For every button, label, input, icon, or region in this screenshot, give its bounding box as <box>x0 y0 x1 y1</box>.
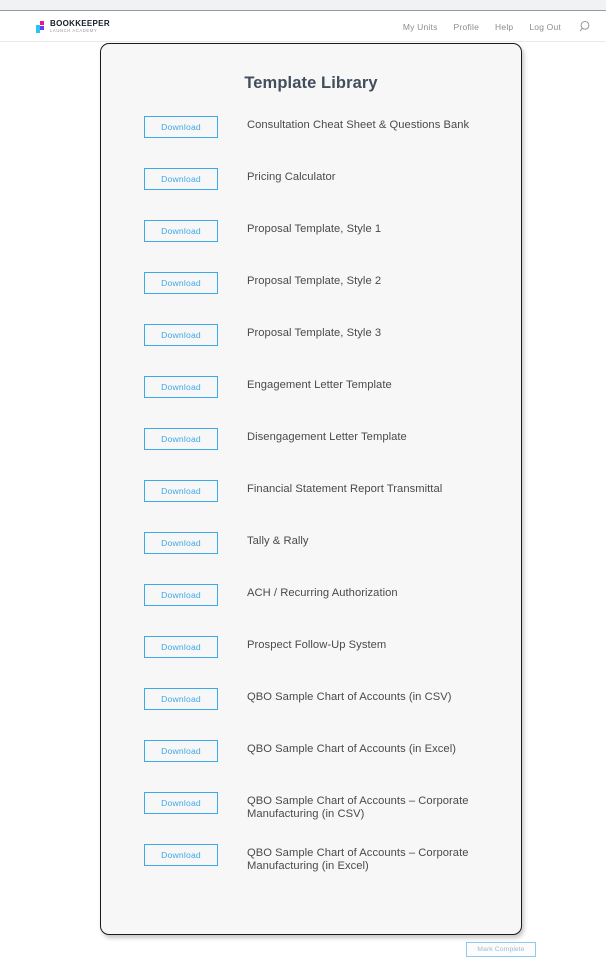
download-button[interactable]: Download <box>144 272 218 294</box>
list-item: Download Engagement Letter Template <box>125 374 497 426</box>
rocket-logo-icon <box>36 20 47 33</box>
download-button[interactable]: Download <box>144 584 218 606</box>
site-header: BOOKKEEPER LAUNCH ACADEMY My Units Profi… <box>0 12 606 42</box>
list-item: Download QBO Sample Chart of Accounts (i… <box>125 686 497 738</box>
template-title: Consultation Cheat Sheet & Questions Ban… <box>247 119 470 131</box>
template-title: ACH / Recurring Authorization <box>247 587 398 599</box>
download-button[interactable]: Download <box>144 324 218 346</box>
list-item: Download Disengagement Letter Template <box>125 426 497 478</box>
download-button[interactable]: Download <box>144 168 218 190</box>
mark-complete-button[interactable]: Mark Complete <box>466 942 536 957</box>
browser-top-strip <box>0 0 606 11</box>
template-list: Download Consultation Cheat Sheet & Ques… <box>125 114 497 894</box>
main-navigation: My Units Profile Help Log Out <box>403 20 592 33</box>
download-button[interactable]: Download <box>144 116 218 138</box>
template-title: Tally & Rally <box>247 535 309 547</box>
template-title: Prospect Follow-Up System <box>247 639 387 651</box>
download-button[interactable]: Download <box>144 740 218 762</box>
page-root: BOOKKEEPER LAUNCH ACADEMY My Units Profi… <box>0 0 606 958</box>
template-title: QBO Sample Chart of Accounts – Corporate… <box>247 795 469 820</box>
template-title: Disengagement Letter Template <box>247 431 407 443</box>
template-title: Proposal Template, Style 3 <box>247 327 382 339</box>
download-button[interactable]: Download <box>144 428 218 450</box>
download-button[interactable]: Download <box>144 844 218 866</box>
page-title: Template Library <box>244 74 378 92</box>
list-item: Download Consultation Cheat Sheet & Ques… <box>125 114 497 166</box>
template-title: Financial Statement Report Transmittal <box>247 483 443 495</box>
download-button[interactable]: Download <box>144 532 218 554</box>
template-title: QBO Sample Chart of Accounts (in Excel) <box>247 743 456 755</box>
list-item: Download ACH / Recurring Authorization <box>125 582 497 634</box>
download-button[interactable]: Download <box>144 688 218 710</box>
logo-tagline: LAUNCH ACADEMY <box>50 27 98 33</box>
nav-item-log-out[interactable]: Log Out <box>529 22 561 32</box>
template-title: Engagement Letter Template <box>247 379 392 391</box>
nav-item-help[interactable]: Help <box>495 22 513 32</box>
download-button[interactable]: Download <box>144 376 218 398</box>
list-item: Download Prospect Follow-Up System <box>125 634 497 686</box>
list-item: Download QBO Sample Chart of Accounts – … <box>125 790 497 842</box>
site-logo[interactable]: BOOKKEEPER LAUNCH ACADEMY <box>36 18 110 33</box>
list-item: Download QBO Sample Chart of Accounts (i… <box>125 738 497 790</box>
template-title: QBO Sample Chart of Accounts (in CSV) <box>247 691 452 703</box>
nav-item-profile[interactable]: Profile <box>454 22 480 32</box>
download-button[interactable]: Download <box>144 636 218 658</box>
download-button[interactable]: Download <box>144 480 218 502</box>
download-button[interactable]: Download <box>144 220 218 242</box>
list-item: Download QBO Sample Chart of Accounts – … <box>125 842 497 894</box>
logo-name: BOOKKEEPER <box>50 18 110 28</box>
list-item: Download Proposal Template, Style 3 <box>125 322 497 374</box>
list-item: Download Proposal Template, Style 1 <box>125 218 497 270</box>
template-library-card: Template Library Download Consultation C… <box>100 43 522 935</box>
template-title: Proposal Template, Style 1 <box>247 223 382 235</box>
template-title: QBO Sample Chart of Accounts – Corporate… <box>247 847 469 872</box>
download-button[interactable]: Download <box>144 792 218 814</box>
nav-item-my-units[interactable]: My Units <box>403 22 438 32</box>
list-item: Download Pricing Calculator <box>125 166 497 218</box>
search-icon[interactable] <box>579 20 592 33</box>
list-item: Download Tally & Rally <box>125 530 497 582</box>
template-title: Pricing Calculator <box>247 171 336 183</box>
template-title: Proposal Template, Style 2 <box>247 275 382 287</box>
list-item: Download Proposal Template, Style 2 <box>125 270 497 322</box>
list-item: Download Financial Statement Report Tran… <box>125 478 497 530</box>
